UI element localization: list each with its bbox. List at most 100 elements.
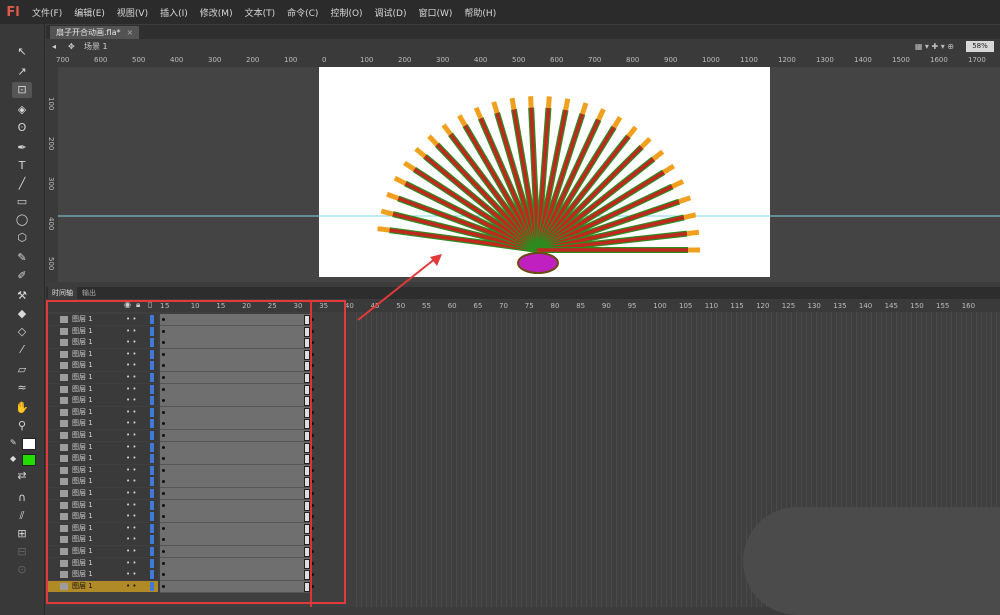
- layer-name-cell[interactable]: 图层 1 • •: [46, 406, 158, 418]
- layer-name-cell[interactable]: 图层 1 • •: [46, 557, 158, 569]
- layer-outline-color[interactable]: [150, 431, 154, 440]
- layer-name-cell[interactable]: 图层 1 • •: [46, 430, 158, 441]
- layer-name-cell[interactable]: 图层 1 • •: [46, 453, 158, 465]
- keyframe-start[interactable]: [162, 503, 165, 507]
- layer-name-cell[interactable]: 图层 1 • •: [46, 348, 158, 360]
- keyframe-start[interactable]: [162, 352, 165, 356]
- pen-tool-icon[interactable]: ✒: [12, 140, 32, 156]
- layer-name-cell[interactable]: 图层 1 • •: [46, 441, 158, 453]
- layer-name-cell[interactable]: 图层 1 • •: [46, 488, 158, 499]
- layer-visibility-dots[interactable]: • •: [126, 511, 136, 522]
- frame-span[interactable]: [160, 569, 312, 582]
- layer-visibility-dots[interactable]: • •: [126, 337, 136, 348]
- keyframe-start[interactable]: [162, 550, 165, 553]
- layer-visibility-dots[interactable]: • •: [126, 349, 136, 360]
- layer-name-cell[interactable]: 图层 1 • •: [46, 372, 158, 383]
- layer-outline-color[interactable]: [150, 500, 154, 510]
- menu-help[interactable]: 帮助(H): [458, 6, 502, 19]
- layer-outline-color[interactable]: [150, 361, 154, 371]
- layer-outline-color[interactable]: [150, 315, 154, 324]
- layer-name-cell[interactable]: 图层 1 • •: [46, 511, 158, 523]
- menu-commands[interactable]: 命令(C): [281, 6, 324, 19]
- keyframe-start[interactable]: [162, 318, 165, 321]
- layer-visibility-dots[interactable]: • •: [126, 465, 136, 476]
- layer-outline-color[interactable]: [150, 465, 154, 475]
- layer-outline-color[interactable]: [150, 547, 154, 556]
- layer-visibility-dots[interactable]: • •: [126, 442, 136, 453]
- frame-span[interactable]: [160, 441, 312, 454]
- swap-colors-icon[interactable]: ⇄: [12, 468, 32, 484]
- brush-tool-icon[interactable]: ✐: [12, 268, 32, 284]
- menu-debug[interactable]: 调试(D): [369, 6, 413, 19]
- rectangle-tool-icon[interactable]: ▭: [12, 194, 32, 210]
- line-tool-icon[interactable]: ╱: [12, 176, 32, 192]
- frame-span[interactable]: [160, 453, 312, 466]
- layer-name-cell[interactable]: 图层 1 • •: [46, 395, 158, 407]
- layer-visibility-dots[interactable]: • •: [126, 546, 136, 557]
- frame-span[interactable]: [160, 546, 312, 558]
- snap-magnet-icon[interactable]: ∩: [12, 490, 32, 506]
- fill-color-swatch[interactable]: ◆: [10, 454, 36, 466]
- frame-span[interactable]: [160, 314, 312, 326]
- layer-name-cell[interactable]: 图层 1 • •: [46, 534, 158, 546]
- layer-visibility-dots[interactable]: • •: [126, 488, 136, 499]
- layer-visibility-dots[interactable]: • •: [126, 384, 136, 395]
- keyframe-start[interactable]: [162, 434, 165, 437]
- frame-span[interactable]: [160, 418, 312, 431]
- width-tool-icon[interactable]: ≈: [12, 380, 32, 396]
- text-tool-icon[interactable]: T: [12, 158, 32, 174]
- hand-tool-icon[interactable]: ✋: [12, 400, 32, 416]
- frame-span[interactable]: [160, 348, 312, 361]
- frame-span[interactable]: [160, 406, 312, 419]
- layer-outline-color[interactable]: [150, 396, 154, 406]
- menu-edit[interactable]: 编辑(E): [68, 6, 111, 19]
- layer-outline-color[interactable]: [150, 442, 154, 452]
- layer-visibility-dots[interactable]: • •: [126, 372, 136, 383]
- layer-visibility-dots[interactable]: • •: [126, 581, 136, 592]
- layer-outline-color[interactable]: [150, 326, 154, 336]
- keyframe-start[interactable]: [162, 584, 165, 588]
- close-icon[interactable]: ×: [126, 28, 133, 37]
- frame-span[interactable]: [160, 580, 312, 593]
- frame-span[interactable]: [160, 499, 312, 512]
- layer-outline-color[interactable]: [150, 558, 154, 568]
- eye-icon[interactable]: ◉: [124, 300, 131, 309]
- stroke-color-swatch[interactable]: ✎: [10, 438, 36, 450]
- layer-outline-color[interactable]: [150, 373, 154, 382]
- keyframe-start[interactable]: [162, 561, 165, 565]
- frame-span[interactable]: [160, 395, 312, 408]
- stage-area[interactable]: [58, 67, 1000, 282]
- frame-span[interactable]: [160, 488, 312, 500]
- layer-visibility-dots[interactable]: • •: [126, 476, 136, 487]
- menu-insert[interactable]: 插入(I): [154, 6, 194, 19]
- menu-modify[interactable]: 修改(M): [194, 6, 239, 19]
- frame-span[interactable]: [160, 430, 312, 442]
- lasso-tool-icon[interactable]: ʘ: [12, 120, 32, 136]
- document-tab[interactable]: 扇子开合动画.fla* ×: [50, 26, 140, 39]
- frame-span[interactable]: [160, 534, 312, 547]
- edit-symbol-icons[interactable]: ▦ ▾ ✚ ▾ ⊕: [915, 39, 954, 54]
- tab-output[interactable]: 输出: [78, 287, 100, 299]
- outline-icon[interactable]: ▯: [148, 300, 152, 309]
- keyframe-start[interactable]: [162, 492, 165, 495]
- layer-name-cell[interactable]: 图层 1 • •: [46, 418, 158, 430]
- frame-span[interactable]: [160, 511, 312, 524]
- zoom-field[interactable]: 58%: [966, 41, 994, 52]
- layer-name-cell[interactable]: 图层 1 • •: [46, 522, 158, 534]
- layer-name-cell[interactable]: 图层 1 • •: [46, 360, 158, 372]
- keyframe-start[interactable]: [162, 376, 165, 379]
- smooth-icon[interactable]: ⫽: [12, 508, 32, 524]
- menu-file[interactable]: 文件(F): [26, 6, 68, 19]
- layer-name-cell[interactable]: 图层 1 • •: [46, 383, 158, 395]
- selection-tool-icon[interactable]: ↖: [12, 44, 32, 60]
- layer-name-cell[interactable]: 图层 1 • •: [46, 325, 158, 337]
- layer-outline-color[interactable]: [150, 407, 154, 417]
- back-arrow-icon[interactable]: ◂: [52, 39, 56, 54]
- layer-outline-color[interactable]: [150, 489, 154, 498]
- bone-tool-icon[interactable]: ⚒: [12, 288, 32, 304]
- keyframe-start[interactable]: [162, 410, 165, 414]
- frame-span[interactable]: [160, 372, 312, 384]
- zoom-tool-icon[interactable]: ⚲: [12, 418, 32, 434]
- keyframe-start[interactable]: [162, 445, 165, 449]
- oval-tool-icon[interactable]: ◯: [12, 212, 32, 228]
